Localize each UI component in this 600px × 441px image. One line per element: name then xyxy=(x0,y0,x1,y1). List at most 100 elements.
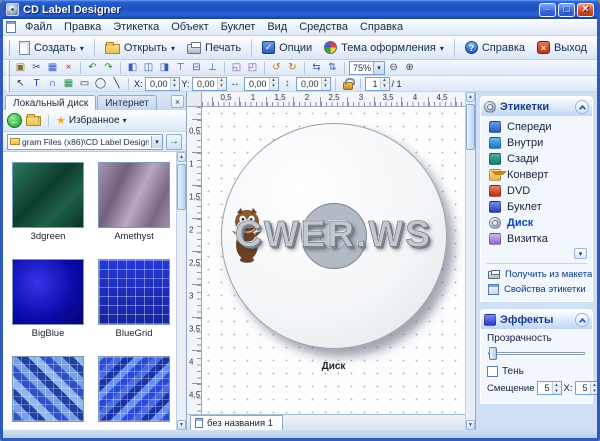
collapse-effects-button[interactable] xyxy=(575,313,589,327)
tab-internet[interactable]: Интернет xyxy=(97,95,157,110)
spin-down-icon[interactable] xyxy=(322,84,330,90)
thumbnail-image[interactable] xyxy=(98,356,170,422)
design-page[interactable]: CWER.WS Диск xyxy=(202,107,465,414)
open-dropdown-icon[interactable] xyxy=(171,42,175,54)
label-item-envelope[interactable]: Конверт xyxy=(481,167,592,183)
edit-toolbar-grip[interactable] xyxy=(7,60,10,76)
offset-y-field[interactable]: 5 xyxy=(575,381,598,395)
menu-file[interactable]: Файл xyxy=(19,20,58,34)
spin-down-icon[interactable] xyxy=(218,84,226,90)
browser-scrollbar[interactable] xyxy=(176,152,186,430)
collapse-labels-button[interactable] xyxy=(575,100,589,114)
exit-button[interactable]: Выход xyxy=(532,38,592,57)
delete-icon[interactable]: × xyxy=(61,61,76,75)
shadow-checkbox[interactable] xyxy=(487,366,498,377)
flip-vertical-icon[interactable]: ⇅ xyxy=(325,61,340,75)
line-tool-icon[interactable]: ╲ xyxy=(109,77,124,91)
spin-down-icon[interactable] xyxy=(553,388,561,394)
align-center-icon[interactable]: ◫ xyxy=(141,61,156,75)
thumbnail-Amethyst[interactable]: Amethyst xyxy=(97,162,171,243)
thumbnail-image[interactable] xyxy=(12,162,84,228)
undo-icon[interactable]: ↶ xyxy=(85,61,100,75)
labels-group-header[interactable]: Этикетки xyxy=(480,96,593,116)
x-position-field[interactable]: 0,00 xyxy=(145,77,180,91)
label-item-inside[interactable]: Внутри xyxy=(481,135,592,151)
options-button[interactable]: Опции xyxy=(257,38,317,57)
rotate-right-icon[interactable]: ↻ xyxy=(285,61,300,75)
scroll-up-icon[interactable] xyxy=(466,92,475,102)
send-to-back-icon[interactable]: ◰ xyxy=(245,61,260,75)
menu-label[interactable]: Этикетка xyxy=(107,20,165,34)
thumbnail-image[interactable] xyxy=(12,259,84,325)
align-right-icon[interactable]: ◨ xyxy=(157,61,172,75)
spin-down-icon[interactable] xyxy=(171,84,179,90)
minimize-button[interactable] xyxy=(539,3,556,17)
page-number-field[interactable]: 1 xyxy=(365,77,390,91)
label-item-booklet[interactable]: Буклет xyxy=(481,199,592,215)
redo-icon[interactable]: ↷ xyxy=(101,61,116,75)
menu-view[interactable]: Вид xyxy=(261,20,293,34)
height-field[interactable]: 0,00 xyxy=(296,77,331,91)
go-button[interactable] xyxy=(166,134,182,150)
scrollbar-track[interactable] xyxy=(466,102,475,420)
tab-local-disk[interactable]: Локальный диск xyxy=(5,95,96,110)
maximize-button[interactable] xyxy=(558,3,575,17)
thumbnail-mosaic1[interactable] xyxy=(11,356,85,430)
path-dropdown-icon[interactable] xyxy=(151,136,162,148)
menu-help[interactable]: Справка xyxy=(354,20,409,34)
back-icon[interactable] xyxy=(7,113,22,128)
scrollbar-thumb[interactable] xyxy=(177,164,186,210)
new-button[interactable]: Создать xyxy=(14,38,89,58)
canvas-scrollbar[interactable] xyxy=(465,92,475,430)
close-button[interactable] xyxy=(577,3,594,17)
rotate-left-icon[interactable]: ↺ xyxy=(269,61,284,75)
thumbnail-3dgreen[interactable]: 3dgreen xyxy=(11,162,85,243)
cut-icon[interactable]: ✂ xyxy=(29,61,44,75)
spin-down-icon[interactable] xyxy=(381,84,389,90)
circle-text-tool-icon[interactable]: ∩ xyxy=(45,77,60,91)
width-field[interactable]: 0,00 xyxy=(244,77,279,91)
disc-title-text[interactable]: CWER.WS xyxy=(235,213,432,255)
title-bar[interactable]: CD Label Designer xyxy=(3,0,597,19)
scrollbar-thumb[interactable] xyxy=(466,104,475,150)
menu-edit[interactable]: Правка xyxy=(58,20,107,34)
close-panel-icon[interactable] xyxy=(171,95,184,108)
flip-horizontal-icon[interactable]: ⇆ xyxy=(309,61,324,75)
thumbnail-image[interactable] xyxy=(98,162,170,228)
new-dropdown-icon[interactable] xyxy=(80,42,84,54)
align-top-icon[interactable]: ⊤ xyxy=(173,61,188,75)
menu-tools[interactable]: Средства xyxy=(293,20,354,34)
ellipse-tool-icon[interactable]: ◯ xyxy=(93,77,108,91)
align-bottom-icon[interactable]: ⊥ xyxy=(205,61,220,75)
theme-button[interactable]: Тема оформления xyxy=(319,38,449,57)
spin-down-icon[interactable] xyxy=(270,84,278,90)
copy-icon[interactable]: ▦ xyxy=(45,61,60,75)
effects-group-header[interactable]: Эффекты xyxy=(480,309,593,329)
select-tool-icon[interactable]: ↖ xyxy=(13,77,28,91)
favorites-button[interactable]: Избранное xyxy=(56,114,127,127)
lock-icon[interactable] xyxy=(343,82,353,90)
open-button[interactable]: Открыть xyxy=(100,38,180,57)
action-label-properties[interactable]: Свойства этикетки xyxy=(481,282,592,297)
path-combo[interactable]: gram Files (x86)\CD Label Designer\Backg… xyxy=(7,134,163,150)
rectangle-tool-icon[interactable]: ▭ xyxy=(77,77,92,91)
scroll-up-icon[interactable] xyxy=(177,152,186,162)
label-item-disc[interactable]: Диск xyxy=(481,215,592,231)
transparency-slider[interactable] xyxy=(488,346,585,361)
bring-to-front-icon[interactable]: ◱ xyxy=(229,61,244,75)
help-button[interactable]: Справка xyxy=(460,38,530,57)
label-item-dvd[interactable]: DVD xyxy=(481,183,592,199)
theme-dropdown-icon[interactable] xyxy=(440,42,444,54)
thumbnail-image[interactable] xyxy=(12,356,84,422)
slider-thumb[interactable] xyxy=(489,347,497,360)
document-tab[interactable]: без названия 1 xyxy=(190,415,283,430)
offset-x-field[interactable]: 5 xyxy=(537,381,562,395)
label-item-front[interactable]: Спереди xyxy=(481,119,592,135)
scroll-down-icon[interactable] xyxy=(177,420,186,430)
more-labels-button[interactable] xyxy=(574,248,587,259)
menu-booklet[interactable]: Буклет xyxy=(215,20,262,34)
print-button[interactable]: Печать xyxy=(182,39,246,57)
thumbnail-mosaic2[interactable] xyxy=(97,356,171,430)
align-left-icon[interactable]: ◧ xyxy=(125,61,140,75)
zoom-in-icon[interactable]: ⊕ xyxy=(402,61,417,75)
